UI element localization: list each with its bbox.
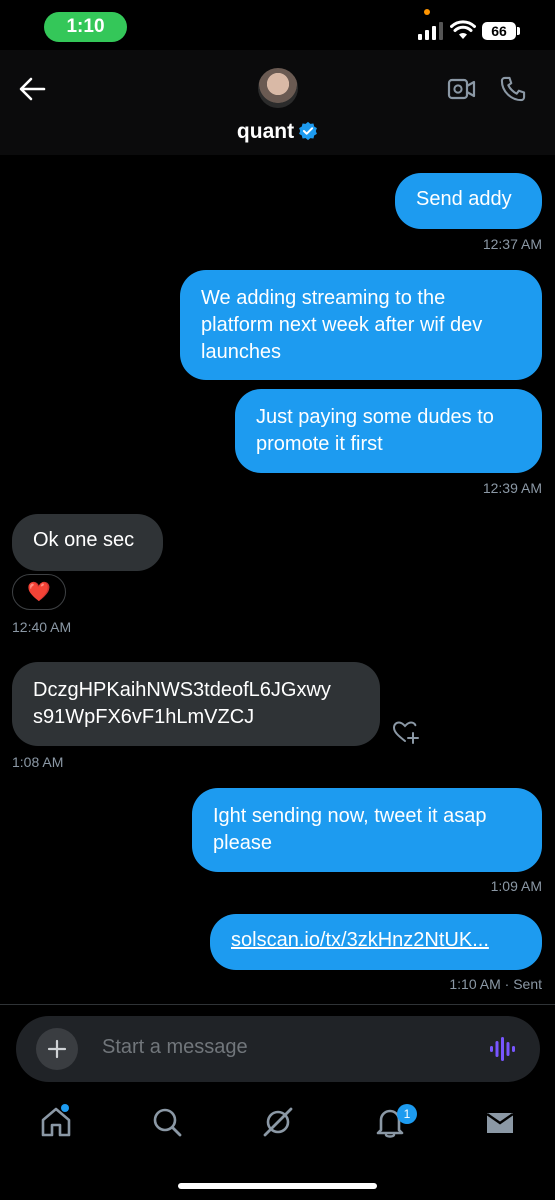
- message-timestamp: 12:37 AM: [482, 236, 542, 252]
- message-bubble-outgoing[interactable]: Send addy: [395, 173, 542, 229]
- message-bubble-incoming[interactable]: Ok one sec: [12, 514, 163, 571]
- home-indicator: [178, 1183, 377, 1189]
- plus-icon: [47, 1039, 67, 1059]
- message-text-line: s91WpFX6vF1hLmVZCJ: [33, 706, 255, 728]
- phone-call-icon[interactable]: [499, 75, 527, 103]
- message-timestamp: 1:08 AM: [12, 754, 64, 770]
- notifications-badge: 1: [397, 1104, 417, 1124]
- contact-name: quant: [236, 120, 295, 143]
- voice-message-icon[interactable]: [488, 1035, 516, 1063]
- back-arrow-icon[interactable]: [18, 76, 46, 102]
- message-timestamp: 1:10 AM: [449, 976, 501, 992]
- message-text-line: DczgHPKaihNWS3tdeofL6JGxwy: [33, 679, 331, 701]
- message-bubble-outgoing[interactable]: Just paying some dudes to promote it fir…: [235, 389, 542, 473]
- cellular-signal-icon: [418, 22, 443, 40]
- status-time: 1:10: [44, 12, 127, 42]
- battery-tip: [517, 27, 520, 35]
- message-timestamp: 1:09 AM: [490, 878, 542, 894]
- add-media-button[interactable]: [36, 1028, 78, 1070]
- message-composer[interactable]: [16, 1016, 540, 1082]
- message-bubble-outgoing[interactable]: Ight sending now, tweet it asap please: [192, 788, 542, 872]
- divider: [0, 1004, 555, 1005]
- privacy-indicator: [424, 9, 430, 15]
- add-reaction-icon[interactable]: [391, 718, 421, 746]
- heart-reaction: ❤️: [27, 582, 51, 603]
- message-bubble-incoming[interactable]: DczgHPKaihNWS3tdeofL6JGxwy s91WpFX6vF1hL…: [12, 662, 380, 746]
- message-timestamp: 12:40 AM: [12, 619, 72, 635]
- grok-icon[interactable]: [260, 1104, 296, 1140]
- transaction-link[interactable]: solscan.io/tx/3zkHnz2NtUK...: [231, 929, 489, 951]
- avatar[interactable]: [258, 68, 298, 108]
- conversation-title[interactable]: quant: [0, 120, 555, 144]
- message-bubble-outgoing[interactable]: solscan.io/tx/3zkHnz2NtUK...: [210, 914, 542, 970]
- sent-status: · Sent: [500, 976, 542, 992]
- verified-badge-icon: [299, 121, 317, 141]
- video-call-icon[interactable]: [447, 76, 477, 102]
- messages-envelope-icon[interactable]: [482, 1104, 518, 1140]
- message-reaction[interactable]: ❤️: [12, 574, 66, 610]
- search-icon[interactable]: [149, 1104, 185, 1140]
- wifi-icon: [450, 20, 476, 39]
- message-input[interactable]: Start a message: [102, 1036, 248, 1059]
- message-status: 1:10 AM · Sent: [449, 976, 542, 992]
- message-bubble-outgoing[interactable]: We adding streaming to the platform next…: [180, 270, 542, 380]
- battery-indicator: 66: [482, 22, 516, 40]
- home-notification-dot: [61, 1104, 69, 1112]
- message-timestamp: 12:39 AM: [482, 480, 542, 496]
